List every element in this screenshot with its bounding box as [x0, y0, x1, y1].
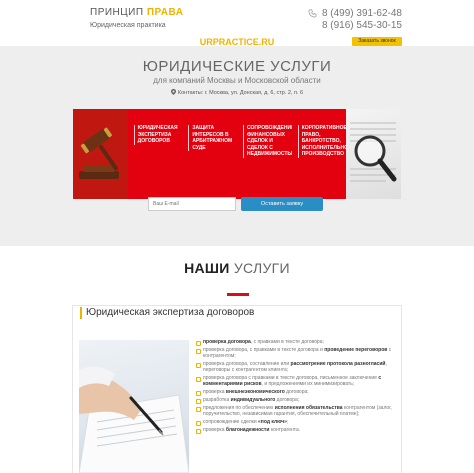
list-item: разработка индивидуального договора; — [196, 397, 398, 404]
hero-subtitle: для компаний Москвы и Московской области — [153, 76, 321, 85]
phone-number-1[interactable]: 8 (499) 391-62-48 — [322, 8, 402, 20]
address-text: Контакты: г. Москва, ул. Донская, д. 6, … — [177, 90, 304, 96]
gavel-icon — [73, 109, 128, 199]
service-card-deals[interactable]: сопровождение финансовых сделок и сделок… — [237, 109, 292, 199]
title-underline — [227, 293, 249, 296]
submit-request-button[interactable]: Оставить заявку — [241, 197, 323, 211]
list-item: проверка договора с правками в тексте до… — [196, 375, 398, 387]
section-title: Юридическая экспертиза договоров — [80, 307, 254, 319]
phone-number-2[interactable]: 8 (916) 545-30-15 — [322, 20, 402, 32]
logo[interactable]: ПРИНЦИП ПРАВА Юридическая практика — [90, 7, 183, 30]
service-card-corporate[interactable]: корпоративное право, банкротство, исполн… — [291, 109, 347, 199]
phone-block: 8 (499) 391-62-48 8 (916) 545-30-15 — [308, 8, 402, 32]
logo-word-2: ПРАВА — [146, 7, 184, 18]
magnifier-icon — [350, 122, 397, 182]
phone-icon — [308, 9, 317, 18]
list-item: предложения по обеспечению исполнения об… — [196, 405, 398, 417]
location-pin-icon — [170, 89, 176, 95]
logo-subtitle: Юридическая практика — [90, 22, 166, 29]
service-card-label: юридическая экспертиза договоров — [133, 125, 179, 145]
services-title-word-2: УСЛУГИ — [233, 260, 290, 276]
hero-title: ЮРИДИЧЕСКИЕ УСЛУГИ — [142, 58, 332, 75]
request-form: Оставить заявку — [148, 197, 326, 217]
services-title-word-1: НАШИ — [184, 260, 230, 276]
service-card-label: защита интересов в арбитражном суде — [188, 125, 233, 151]
site-name: URPRACTICE.RU — [199, 37, 275, 47]
list-item: проверка договора, с правками в тексте д… — [196, 347, 398, 359]
contract-signing-photo — [79, 340, 189, 473]
list-item: проверка внешнеэкономического договора; — [196, 389, 398, 396]
service-list: проверка договора, с правками в тексте д… — [196, 339, 398, 435]
service-card-arbitration[interactable]: защита интересов в арбитражном суде — [182, 109, 237, 199]
service-card-label: сопровождение финансовых сделок и сделок… — [243, 125, 292, 158]
hero-section: URPRACTICE.RU ЮРИДИЧЕСКИЕ УСЛУГИ для ком… — [0, 37, 474, 246]
hand-writing-icon — [79, 366, 189, 473]
services-title: НАШИ УСЛУГИ — [0, 260, 474, 276]
list-item: сопровождение сделки «под ключ»; — [196, 419, 398, 426]
email-field[interactable] — [148, 197, 236, 211]
list-item: проверка договора, составление или рассм… — [196, 361, 398, 373]
service-cards: юридическая экспертиза договоров защита … — [73, 109, 401, 199]
logo-word-1: ПРИНЦИП — [90, 7, 144, 18]
gavel-image-card — [73, 109, 128, 199]
hero-address: Контакты: г. Москва, ул. Донская, д. 6, … — [0, 89, 474, 96]
logo-name: ПРИНЦИП ПРАВА — [90, 7, 183, 19]
list-item: проверка договора, с правками в тексте д… — [196, 339, 398, 346]
service-card-label: корпоративное право, банкротство, исполн… — [297, 125, 346, 158]
magnifier-image-card — [346, 109, 401, 199]
list-item: проверка благонадежности контрагента. — [196, 427, 398, 434]
service-card-contracts[interactable]: юридическая экспертиза договоров — [127, 109, 183, 199]
